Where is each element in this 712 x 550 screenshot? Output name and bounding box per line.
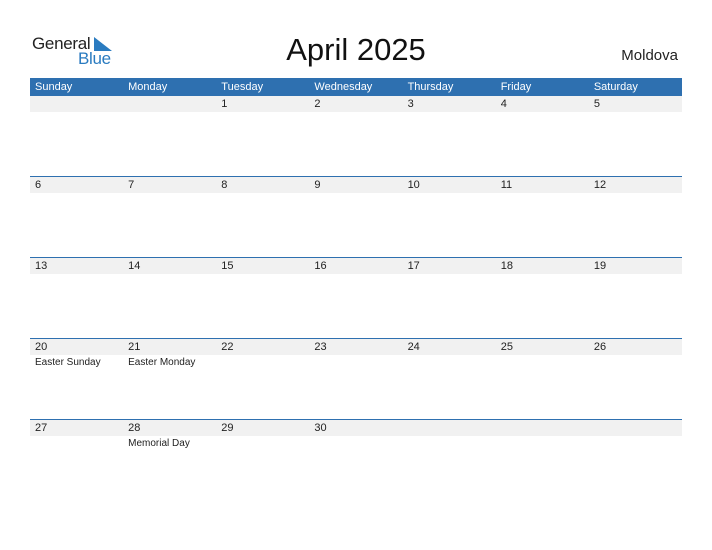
day-cell: 13 bbox=[30, 258, 123, 339]
week-row: 13 14 15 16 17 18 19 bbox=[30, 257, 682, 339]
week-row: 1 2 3 4 5 bbox=[30, 96, 682, 177]
day-cell: 21 Easter Monday bbox=[123, 339, 216, 420]
day-number: 14 bbox=[128, 260, 141, 272]
day-number: 9 bbox=[314, 179, 321, 191]
day-number: 4 bbox=[500, 98, 507, 110]
week-row: 27 28 Memorial Day 29 30 bbox=[30, 419, 682, 501]
day-number: 12 bbox=[593, 179, 607, 191]
day-cell: 7 bbox=[123, 177, 216, 258]
day-cell: 15 bbox=[216, 258, 309, 339]
weekday-tuesday: Tuesday bbox=[221, 81, 264, 93]
day-cell: 22 bbox=[216, 339, 309, 420]
country-label: Moldova bbox=[621, 47, 678, 64]
day-number: 20 bbox=[35, 341, 48, 353]
week-cells: 20 Easter Sunday 21 Easter Monday 22 23 24 25 26 bbox=[30, 339, 682, 420]
week-cells: 6 7 8 9 10 11 12 bbox=[30, 177, 682, 258]
day-number: 28 bbox=[128, 422, 141, 434]
week-row: 6 7 8 9 10 11 12 bbox=[30, 176, 682, 258]
day-cell: 3 bbox=[403, 96, 496, 177]
day-cell: 8 bbox=[216, 177, 309, 258]
day-cell: 4 bbox=[496, 96, 589, 177]
week-cells: 27 28 Memorial Day 29 30 bbox=[30, 420, 682, 501]
day-cell: 24 bbox=[403, 339, 496, 420]
weekday-header: Sunday Monday Tuesday Wednesday Thursday… bbox=[30, 78, 682, 96]
day-number: 23 bbox=[314, 341, 327, 353]
holiday-label: Memorial Day bbox=[128, 438, 190, 449]
day-number: 1 bbox=[221, 98, 228, 110]
day-number: 8 bbox=[221, 179, 228, 191]
day-number: 22 bbox=[221, 341, 234, 353]
day-number: 18 bbox=[500, 260, 513, 272]
day-cell: 2 bbox=[309, 96, 402, 177]
day-number: 10 bbox=[407, 179, 420, 191]
weekday-friday: Friday bbox=[500, 81, 532, 93]
weekday-wednesday: Wednesday bbox=[314, 81, 373, 93]
day-cell: 28 Memorial Day bbox=[123, 420, 216, 501]
day-cell: 10 bbox=[403, 177, 496, 258]
day-cell: 19 bbox=[589, 258, 682, 339]
day-cell: 29 bbox=[216, 420, 309, 501]
day-cell: 27 bbox=[30, 420, 123, 501]
day-cell: 26 bbox=[589, 339, 682, 420]
week-row: 20 Easter Sunday 21 Easter Monday 22 23 24 25 26 bbox=[30, 338, 682, 420]
holiday-label: Easter Monday bbox=[128, 357, 196, 368]
weekday-thursday: Thursday bbox=[407, 81, 454, 93]
day-cell: 14 bbox=[123, 258, 216, 339]
calendar-title: April 2025 bbox=[286, 32, 426, 67]
day-number: 19 bbox=[593, 260, 607, 272]
day-number: 16 bbox=[314, 260, 327, 272]
day-number: 25 bbox=[500, 341, 513, 353]
weekday-saturday: Saturday bbox=[593, 81, 638, 93]
day-number: 21 bbox=[128, 341, 141, 353]
weekday-monday: Monday bbox=[128, 81, 168, 93]
day-number: 7 bbox=[128, 179, 135, 191]
day-cell: 23 bbox=[309, 339, 402, 420]
day-number: 5 bbox=[593, 98, 600, 110]
day-number: 27 bbox=[35, 422, 48, 434]
day-cell: 30 bbox=[309, 420, 402, 501]
day-number: 26 bbox=[593, 341, 607, 353]
day-cell bbox=[496, 420, 589, 501]
day-number: 30 bbox=[314, 422, 327, 434]
day-cell: 20 Easter Sunday bbox=[30, 339, 123, 420]
day-cell: 6 bbox=[30, 177, 123, 258]
day-number: 2 bbox=[314, 98, 321, 110]
weekday-sunday: Sunday bbox=[35, 81, 73, 93]
day-cell: 1 bbox=[216, 96, 309, 177]
day-cell: 5 bbox=[589, 96, 682, 177]
day-number: 24 bbox=[407, 341, 420, 353]
day-number: 15 bbox=[221, 260, 234, 272]
day-number: 11 bbox=[500, 179, 513, 191]
week-cells: 1 2 3 4 5 bbox=[30, 96, 682, 177]
day-cell bbox=[403, 420, 496, 501]
day-number: 13 bbox=[35, 260, 48, 272]
day-cell: 11 bbox=[496, 177, 589, 258]
day-cell bbox=[123, 96, 216, 177]
day-number: 17 bbox=[407, 260, 420, 272]
day-cell: 9 bbox=[309, 177, 402, 258]
week-cells: 13 14 15 16 17 18 19 bbox=[30, 258, 682, 339]
day-cell: 18 bbox=[496, 258, 589, 339]
day-cell bbox=[30, 96, 123, 177]
day-number: 6 bbox=[35, 179, 42, 191]
day-cell: 16 bbox=[309, 258, 402, 339]
day-cell: 12 bbox=[589, 177, 682, 258]
day-number: 29 bbox=[221, 422, 234, 434]
day-cell: 25 bbox=[496, 339, 589, 420]
day-cell bbox=[589, 420, 682, 501]
day-cell: 17 bbox=[403, 258, 496, 339]
day-number: 3 bbox=[407, 98, 414, 110]
holiday-label: Easter Sunday bbox=[35, 357, 101, 368]
